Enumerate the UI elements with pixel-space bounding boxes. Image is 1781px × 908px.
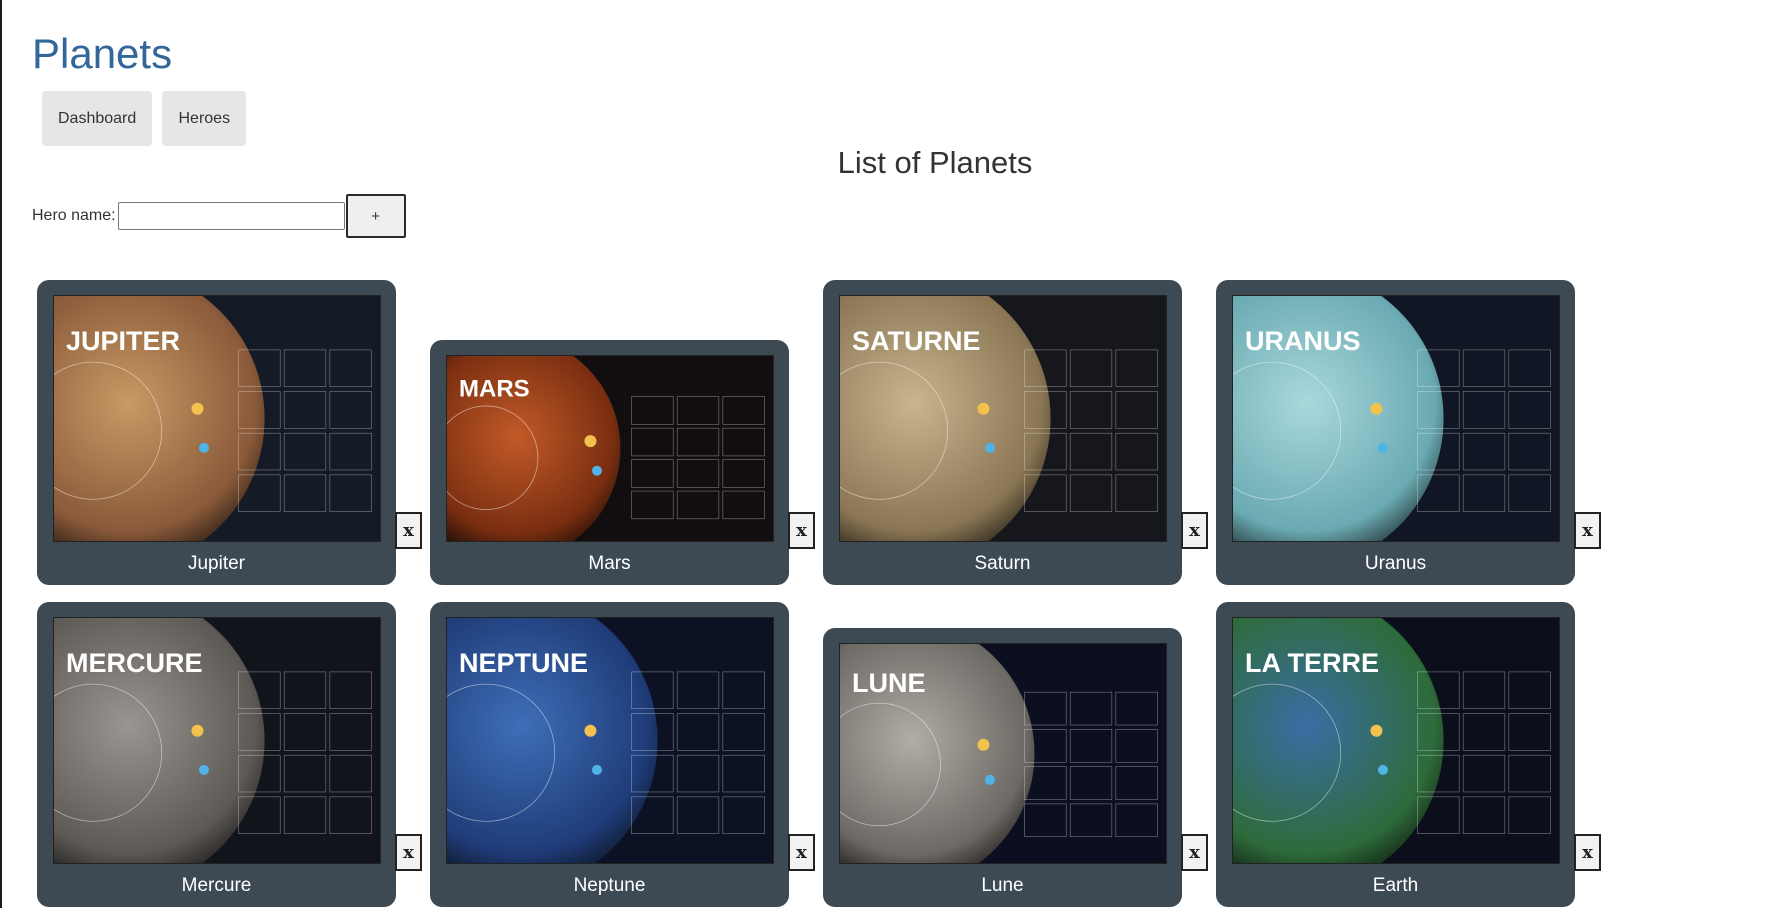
delete-planet-button[interactable]: x xyxy=(788,834,815,871)
poster-title: URANUS xyxy=(1245,326,1361,356)
planet-card[interactable]: SATURNE Saturn xyxy=(823,280,1182,585)
planet-card[interactable]: MARS Mars xyxy=(430,340,789,585)
poster-title: MARS xyxy=(459,376,530,403)
list-title: List of Planets xyxy=(837,145,1033,180)
planet-name[interactable]: Earth xyxy=(1216,875,1575,897)
planet-name[interactable]: Lune xyxy=(823,875,1182,897)
planet-name[interactable]: Saturn xyxy=(823,553,1182,575)
planet-card[interactable]: URANUS Uranus xyxy=(1216,280,1575,585)
poster-graphic: LA TERRE xyxy=(1233,618,1559,863)
planet-name[interactable]: Mercure xyxy=(37,875,396,897)
orbit-marker xyxy=(198,764,209,775)
poster-title: NEPTUNE xyxy=(459,648,588,678)
planet-name[interactable]: Neptune xyxy=(430,875,789,897)
poster-title: JUPITER xyxy=(66,326,180,356)
orbit-marker xyxy=(1370,402,1383,415)
nav-dashboard-button[interactable]: Dashboard xyxy=(42,91,153,146)
planet-card[interactable]: LUNE Lune xyxy=(823,628,1182,907)
hero-name-input[interactable] xyxy=(117,202,345,230)
planet-poster-image: JUPITER xyxy=(53,295,381,542)
delete-planet-button[interactable]: x xyxy=(1181,512,1208,549)
poster-graphic: MARS xyxy=(447,356,773,541)
poster-title: MERCURE xyxy=(66,648,203,678)
poster-graphic: SATURNE xyxy=(840,296,1166,541)
delete-planet-button[interactable]: x xyxy=(395,834,422,871)
orbit-marker xyxy=(984,442,995,453)
planet-poster-image: URANUS xyxy=(1232,295,1560,542)
planet-name[interactable]: Jupiter xyxy=(37,553,396,575)
hero-name-label: Hero name: xyxy=(32,207,116,224)
orbit-marker xyxy=(584,724,597,737)
poster-graphic: NEPTUNE xyxy=(447,618,773,863)
planet-poster-image: MARS xyxy=(446,355,774,542)
orbit-marker xyxy=(591,465,602,476)
planet-card[interactable]: NEPTUNE Neptune xyxy=(430,602,789,907)
planet-name[interactable]: Mars xyxy=(430,553,789,575)
delete-planet-button[interactable]: x xyxy=(788,512,815,549)
poster-title: LA TERRE xyxy=(1245,648,1379,678)
poster-graphic: MERCURE xyxy=(54,618,380,863)
planet-card[interactable]: LA TERRE Earth xyxy=(1216,602,1575,907)
orbit-marker xyxy=(977,402,990,415)
nav-heroes-button[interactable]: Heroes xyxy=(162,91,247,146)
delete-planet-button[interactable]: x xyxy=(1574,512,1601,549)
planet-poster-image: SATURNE xyxy=(839,295,1167,542)
window-edge xyxy=(0,0,2,908)
orbit-marker xyxy=(977,738,990,751)
planet-card[interactable]: MERCURE Mercure xyxy=(37,602,396,907)
main-nav: Dashboard Heroes xyxy=(42,91,247,146)
poster-graphic: URANUS xyxy=(1233,296,1559,541)
planet-poster-image: LUNE xyxy=(839,643,1167,864)
app-title: Planets xyxy=(32,30,173,77)
planet-name[interactable]: Uranus xyxy=(1216,553,1575,575)
orbit-marker xyxy=(1370,724,1383,737)
delete-planet-button[interactable]: x xyxy=(395,512,422,549)
poster-graphic: LUNE xyxy=(840,644,1166,863)
poster-title: SATURNE xyxy=(852,326,981,356)
planet-poster-image: LA TERRE xyxy=(1232,617,1560,864)
planet-card[interactable]: JUPITER Jupiter xyxy=(37,280,396,585)
poster-graphic: JUPITER xyxy=(54,296,380,541)
planet-poster-image: MERCURE xyxy=(53,617,381,864)
orbit-marker xyxy=(1377,764,1388,775)
orbit-marker xyxy=(1377,442,1388,453)
orbit-marker xyxy=(591,764,602,775)
orbit-marker xyxy=(984,774,995,785)
orbit-marker xyxy=(191,402,204,415)
orbit-marker xyxy=(584,435,597,448)
add-hero-form: Hero name: + xyxy=(32,194,406,238)
planet-poster-image: NEPTUNE xyxy=(446,617,774,864)
delete-planet-button[interactable]: x xyxy=(1574,834,1601,871)
orbit-marker xyxy=(191,724,204,737)
poster-title: LUNE xyxy=(852,668,926,698)
delete-planet-button[interactable]: x xyxy=(1181,834,1208,871)
add-hero-button[interactable]: + xyxy=(345,194,406,238)
orbit-marker xyxy=(198,442,209,453)
